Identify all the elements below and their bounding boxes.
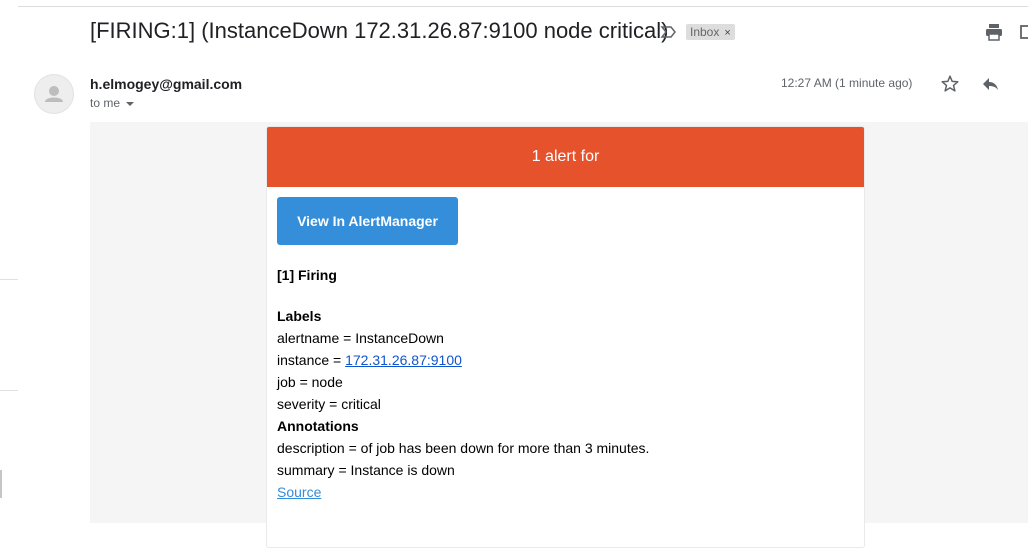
firing-heading: [1] Firing [277, 267, 337, 283]
important-marker-icon[interactable] [660, 24, 678, 40]
left-scroll-indicator [0, 470, 2, 498]
label-severity: severity = critical [277, 393, 854, 415]
instance-link[interactable]: 172.31.26.87:9100 [345, 352, 462, 368]
recipient-details[interactable]: to me [90, 96, 135, 110]
message-timestamp: 12:27 AM (1 minute ago) [781, 76, 913, 90]
left-divider [0, 279, 18, 280]
label-value: node [311, 374, 343, 390]
reply-icon[interactable] [980, 74, 1000, 94]
alert-card: 1 alert for View In AlertManager [1] Fir… [266, 126, 865, 548]
star-icon[interactable] [940, 74, 960, 94]
label-value: critical [341, 396, 381, 412]
print-icon[interactable] [984, 22, 1004, 42]
annotation-description: description = of job has been down for m… [277, 437, 854, 459]
inbox-label-text: Inbox [690, 25, 720, 39]
label-instance: instance = 172.31.26.87:9100 [277, 349, 854, 371]
annotation-value: Instance is down [350, 462, 455, 478]
label-job: job = node [277, 371, 854, 393]
annotation-key: summary = [277, 462, 351, 478]
chevron-down-icon[interactable] [126, 101, 135, 106]
email-subject: [FIRING:1] (InstanceDown 172.31.26.87:91… [90, 18, 669, 43]
new-window-icon[interactable] [1018, 22, 1028, 42]
annotation-value: of job has been down for more than 3 min… [360, 440, 650, 456]
label-key: alertname = [277, 330, 356, 346]
recipient-label: to me [90, 96, 121, 110]
alert-header-text: 1 alert for [531, 148, 600, 165]
label-key: instance = [277, 352, 346, 368]
source-link[interactable]: Source [277, 484, 321, 500]
label-key: severity = [277, 396, 342, 412]
sender-avatar [34, 74, 74, 114]
inbox-label-chip: Inbox × [686, 24, 735, 40]
label-alertname: alertname = InstanceDown [277, 327, 854, 349]
label-value: InstanceDown [355, 330, 444, 346]
alert-card-header: 1 alert for [267, 127, 864, 187]
view-in-alertmanager-button[interactable]: View In AlertManager [277, 197, 458, 245]
alert-card-body: View In AlertManager [1] Firing Labels a… [267, 187, 864, 513]
source-row: Source [277, 481, 854, 503]
email-body-background: 1 alert for View In AlertManager [1] Fir… [90, 122, 1028, 548]
annotations-heading: Annotations [277, 418, 359, 434]
label-key: job = [277, 374, 312, 390]
labels-heading: Labels [277, 308, 322, 324]
top-divider [18, 6, 1028, 7]
remove-label-icon[interactable]: × [724, 27, 730, 39]
left-divider [0, 390, 18, 391]
annotation-summary: summary = Instance is down [277, 459, 854, 481]
avatar-icon [45, 86, 63, 102]
sender-email[interactable]: h.elmogey@gmail.com [90, 76, 242, 92]
annotation-key: description = [277, 440, 361, 456]
